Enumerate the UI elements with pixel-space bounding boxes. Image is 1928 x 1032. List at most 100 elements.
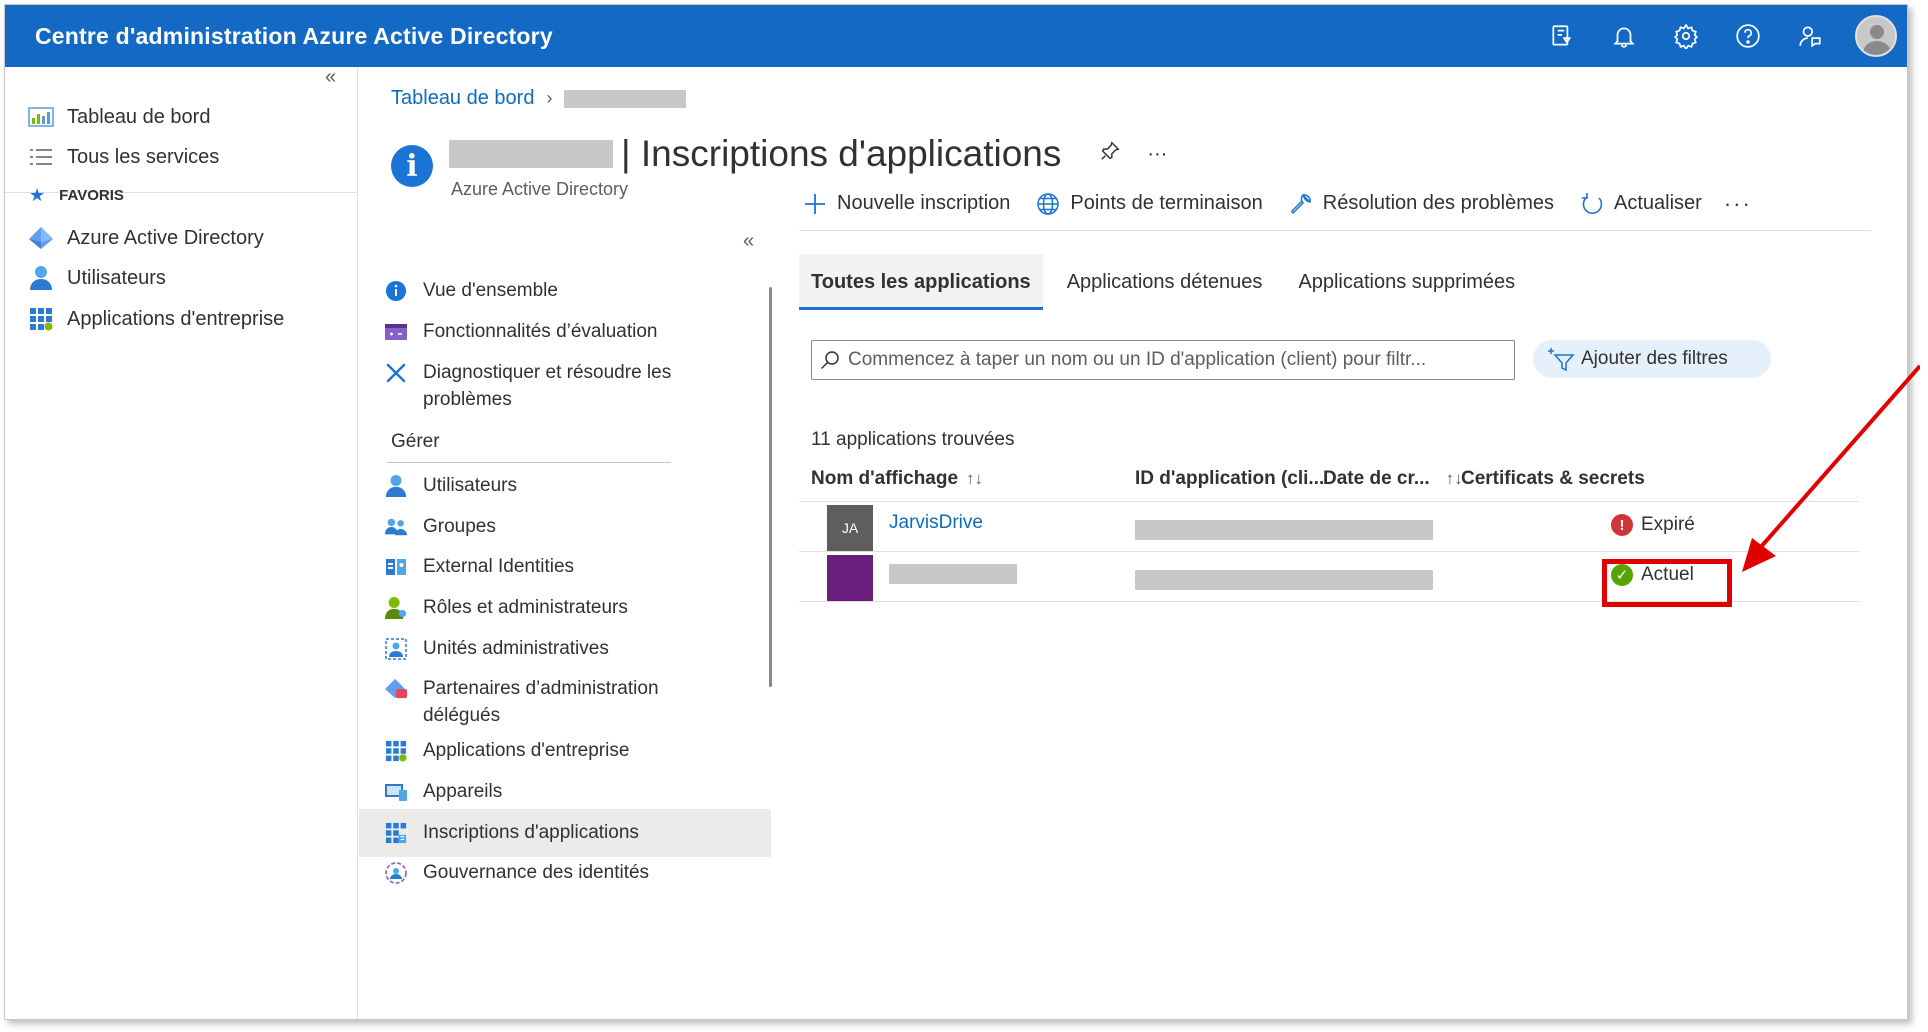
refresh-button[interactable]: Actualiser: [1578, 190, 1702, 218]
menu-item-devices[interactable]: Appareils: [383, 778, 693, 805]
bell-icon[interactable]: [1593, 5, 1655, 67]
nav-item-users[interactable]: Utilisateurs: [27, 260, 166, 296]
list-icon: [27, 143, 55, 171]
tab-all-applications[interactable]: Toutes les applications: [799, 254, 1043, 310]
groups-icon: [383, 514, 409, 540]
tools-icon: [383, 360, 409, 386]
star-icon: ★: [29, 184, 46, 205]
collapse-nav-icon[interactable]: «: [325, 66, 336, 89]
column-header-display-name[interactable]: Nom d'affichage ↑↓: [811, 468, 983, 490]
top-bar: Centre d'administration Azure Active Dir…: [5, 5, 1907, 67]
menu-item-groups[interactable]: Groupes: [383, 513, 693, 540]
menu-item-users[interactable]: Utilisateurs: [383, 472, 693, 499]
redacted-app-id: [1135, 520, 1351, 540]
feedback-icon[interactable]: [1779, 5, 1841, 67]
menu-item-external-identities[interactable]: External Identities: [383, 553, 693, 580]
menu-item-roles[interactable]: Rôles et administrateurs: [383, 594, 693, 621]
top-bar-actions: [1531, 5, 1907, 67]
refresh-icon: [1578, 190, 1606, 218]
menu-item-preview-features[interactable]: Fonctionnalités d’évaluation: [383, 318, 693, 345]
collapse-menu-icon[interactable]: «: [743, 230, 754, 253]
menu-item-diagnose[interactable]: Diagnostiquer et résoudre les problèmes: [383, 359, 693, 413]
page-subtitle: Azure Active Directory: [451, 179, 629, 199]
tab-list: Toutes les applications Applications dét…: [799, 254, 1539, 310]
user-icon: [27, 264, 55, 292]
menu-item-enterprise-apps[interactable]: Applications d'entreprise: [383, 737, 693, 764]
portal-settings-icon[interactable]: [1531, 5, 1593, 67]
preview-features-icon: [383, 319, 409, 345]
column-header-created-date[interactable]: Date de cr... ↑↓: [1323, 468, 1463, 490]
annotation-arrow: [1742, 364, 1920, 572]
search-input[interactable]: [848, 349, 1508, 371]
redacted-created-date: [1323, 520, 1433, 540]
menu-item-delegated-partners[interactable]: Partenaires d’administration délégués: [383, 675, 693, 729]
left-nav: « Tableau de bord Tous les services ★ FA…: [5, 66, 358, 1019]
menu-item-overview[interactable]: Vue d'ensemble: [383, 277, 693, 304]
results-count: 11 applications trouvées: [811, 429, 1015, 450]
app-initials-tile: JA: [827, 505, 873, 551]
menu-scrollbar[interactable]: [769, 287, 772, 687]
user-avatar[interactable]: [1855, 15, 1897, 57]
help-icon[interactable]: [1717, 5, 1779, 67]
menu-item-app-registrations[interactable]: Inscriptions d'applications: [383, 819, 693, 846]
nav-item-dashboard[interactable]: Tableau de bord: [27, 99, 210, 135]
breadcrumb-home-link[interactable]: Tableau de bord: [391, 87, 534, 110]
portal-title[interactable]: Centre d'administration Azure Active Dir…: [35, 23, 553, 50]
nav-item-label: Tous les services: [67, 145, 220, 168]
new-registration-button[interactable]: Nouvelle inscription: [801, 190, 1010, 218]
redacted-tenant-name: [449, 140, 613, 168]
troubleshoot-button[interactable]: Résolution des problèmes: [1287, 190, 1554, 218]
sort-icon[interactable]: ↑↓: [966, 469, 983, 489]
gear-icon[interactable]: [1655, 5, 1717, 67]
enterprise-apps-icon: [383, 738, 409, 764]
chevron-right-icon: ›: [546, 88, 553, 108]
pin-icon[interactable]: [1099, 140, 1121, 168]
user-icon: [383, 473, 409, 499]
endpoints-button[interactable]: Points de terminaison: [1034, 190, 1263, 218]
breadcrumb-redacted-tenant[interactable]: [564, 89, 687, 108]
external-identities-icon: [383, 554, 409, 580]
redacted-app-name[interactable]: [889, 564, 1017, 584]
delegated-admin-icon: [383, 676, 409, 702]
plus-icon: [801, 190, 829, 218]
info-icon: i: [391, 145, 433, 187]
roles-icon: [383, 595, 409, 621]
nav-item-all-services[interactable]: Tous les services: [27, 139, 219, 175]
favorites-header: ★ FAVORIS: [29, 184, 124, 205]
command-bar: Nouvelle inscription Points de terminais…: [799, 177, 1871, 231]
page-title: | Inscriptions d'applications: [621, 133, 1062, 174]
more-commands-icon[interactable]: ···: [1724, 191, 1752, 217]
column-header-app-id[interactable]: ID d'application (cli...: [1135, 468, 1324, 490]
menu-item-admin-units[interactable]: Unités administratives: [383, 635, 693, 662]
admin-units-icon: [383, 636, 409, 662]
dashboard-icon: [27, 103, 55, 131]
column-header-certificates-secrets[interactable]: Certificats & secrets: [1461, 468, 1645, 490]
nav-item-label: Utilisateurs: [67, 266, 166, 289]
nav-item-enterprise-apps[interactable]: Applications d'entreprise: [27, 301, 284, 337]
menu-section-manage: Gérer: [391, 431, 440, 452]
app-name-link[interactable]: JarvisDrive: [889, 512, 983, 534]
menu-item-identity-governance[interactable]: Gouvernance des identités: [383, 859, 693, 886]
resource-menu: « Vue d'ensemble Fonctionnalités d’évalu…: [359, 230, 772, 1019]
redacted-app-id: [1135, 570, 1351, 590]
page-title-row: | Inscriptions d'applications ···: [449, 133, 1167, 175]
redacted-created-date: [1323, 570, 1433, 590]
search-box: [811, 340, 1515, 380]
tab-owned-applications[interactable]: Applications détenues: [1055, 254, 1275, 310]
nav-item-label: Azure Active Directory: [67, 226, 264, 249]
aad-icon: [27, 224, 55, 252]
nav-item-label: Applications d'entreprise: [67, 307, 285, 330]
more-options-icon[interactable]: ···: [1147, 143, 1167, 166]
nav-item-label: Tableau de bord: [67, 105, 211, 128]
wrench-icon: [1287, 190, 1315, 218]
app-initials-tile: [827, 555, 873, 601]
info-icon: [383, 278, 409, 304]
devices-icon: [383, 779, 409, 805]
tab-deleted-applications[interactable]: Applications supprimées: [1286, 254, 1527, 310]
nav-item-azure-active-directory[interactable]: Azure Active Directory: [27, 220, 264, 256]
filter-add-icon: [1547, 345, 1575, 373]
globe-icon: [1034, 190, 1062, 218]
menu-divider: [387, 462, 671, 463]
app-registrations-icon: [383, 820, 409, 846]
search-icon: [820, 349, 842, 371]
